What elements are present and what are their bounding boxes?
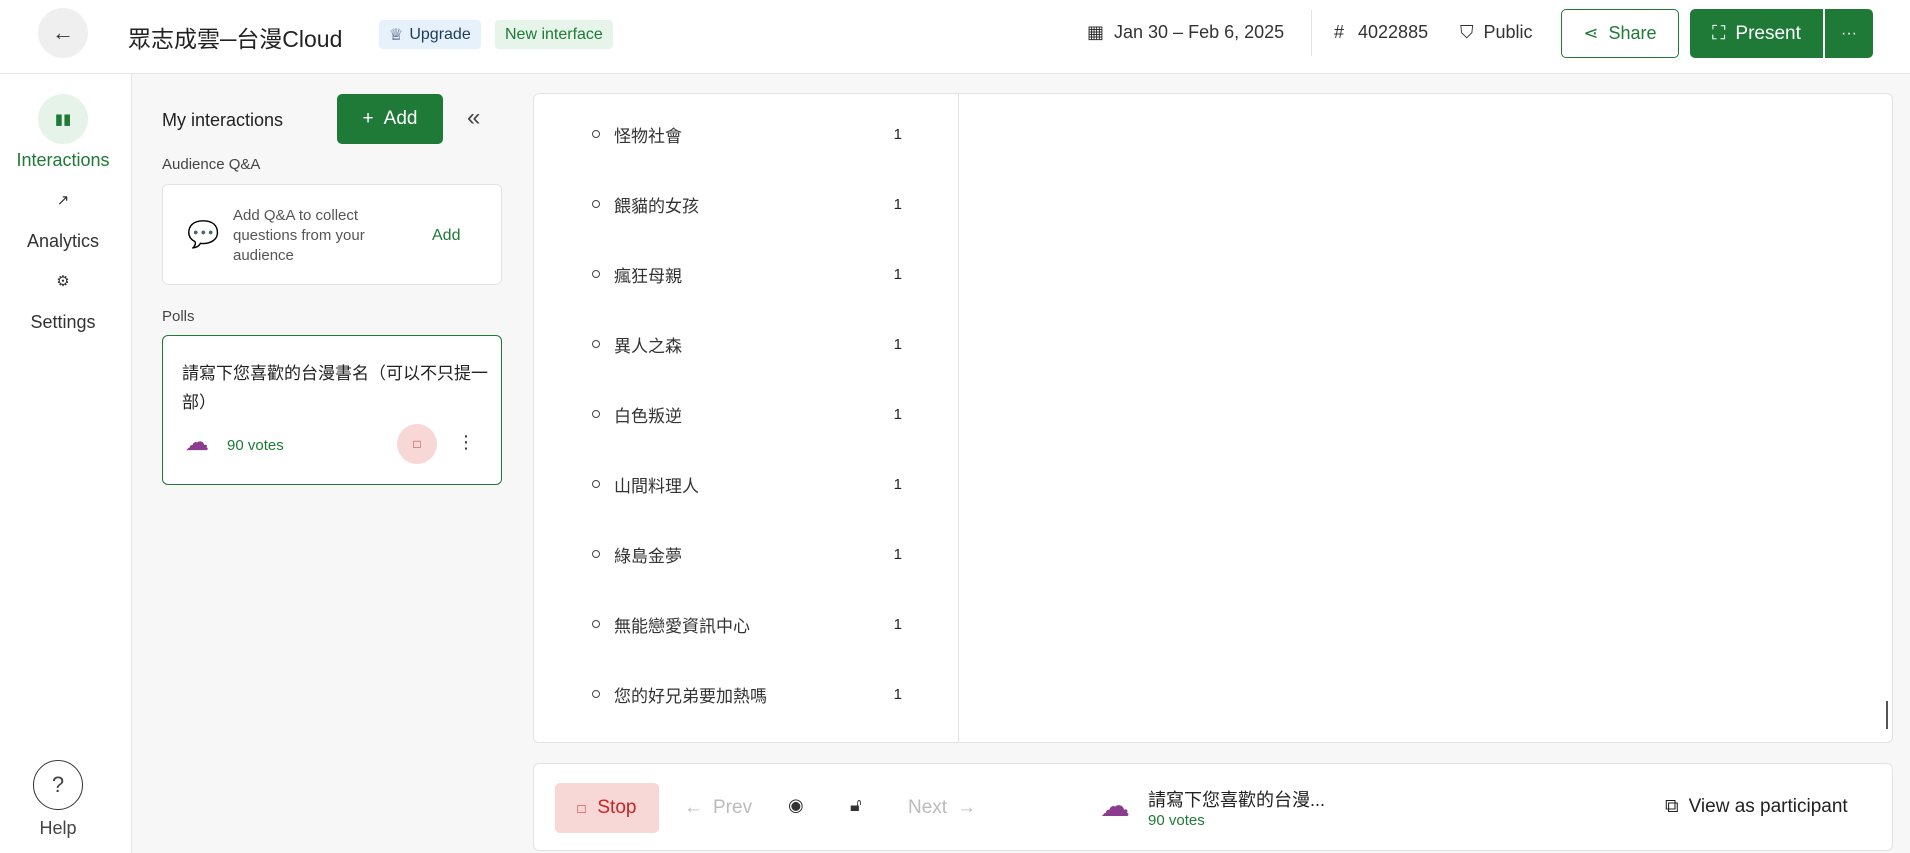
- more-options-button[interactable]: ···: [1825, 9, 1873, 58]
- poll-card[interactable]: 請寫下您喜歡的台漫書名（可以不只提一部） ☁ 90 votes □ ⋮: [162, 335, 502, 485]
- interactions-panel: My interactions + Add « Audience Q&A 💬 A…: [133, 74, 521, 853]
- next-button[interactable]: Next →: [908, 797, 976, 819]
- nav-settings[interactable]: ⚙ Settings: [0, 256, 126, 333]
- collapse-panel-icon[interactable]: «: [467, 104, 480, 132]
- divider: [1311, 10, 1312, 56]
- fullscreen-icon: ⛶: [1712, 22, 1726, 44]
- question-icon: ?: [33, 760, 83, 810]
- list-item: 您的好兄弟要加熱嗎 1: [592, 682, 902, 706]
- bullet-icon: [592, 480, 600, 488]
- polls-section-label: Polls: [162, 308, 195, 325]
- gear-icon: ⚙: [56, 273, 70, 290]
- calendar-icon: ▦: [1087, 22, 1105, 42]
- view-as-participant-button[interactable]: ⧉ View as participant: [1665, 796, 1848, 818]
- current-poll-votes: 90 votes: [1148, 812, 1205, 829]
- plus-icon: +: [362, 108, 374, 129]
- list-item: 山間料理人 1: [592, 472, 902, 496]
- list-item: 瘋狂母親 1: [592, 262, 902, 286]
- trend-up-icon: ↗: [56, 192, 70, 209]
- crown-icon: ♕: [389, 26, 404, 44]
- presentation-title[interactable]: 眾志成雲─台漫Cloud: [128, 20, 342, 54]
- arrow-left-icon: ←: [52, 20, 74, 45]
- nav-interactions[interactable]: ▮▮ Interactions: [0, 94, 126, 171]
- help-button[interactable]: ? Help: [33, 760, 83, 839]
- left-navigation: ▮▮ Interactions ↗ Analytics ⚙ Settings ?…: [0, 74, 132, 853]
- bullet-icon: [592, 200, 600, 208]
- new-interface-badge[interactable]: New interface: [495, 20, 613, 49]
- shield-icon: ⛉: [1460, 22, 1474, 42]
- add-qa-button[interactable]: Add: [432, 227, 460, 245]
- list-item: 怪物社會 1: [592, 122, 902, 146]
- stop-button[interactable]: □ Stop: [555, 783, 659, 833]
- bullet-icon: [592, 130, 600, 138]
- qa-section-label: Audience Q&A: [162, 156, 261, 173]
- list-item: 異人之森 1: [592, 332, 902, 356]
- qa-description: Add Q&A to collect questions from your a…: [233, 207, 365, 264]
- top-bar: ← 眾志成雲─台漫Cloud ♕ Upgrade New interface ▦…: [0, 0, 1910, 74]
- stop-icon: □: [413, 437, 421, 451]
- current-poll-title: 請寫下您喜歡的台漫...: [1148, 790, 1326, 810]
- date-range[interactable]: ▦ Jan 30 – Feb 6, 2025: [1087, 22, 1284, 43]
- bullet-icon: [592, 690, 600, 698]
- chat-bubbles-icon: 💬: [187, 219, 220, 249]
- presentation-controls: □ Stop ← Prev ◉ 🔓︎ Next → ☁ 請寫下您喜歡的台漫...…: [533, 763, 1893, 851]
- share-icon: ⋖: [1583, 23, 1599, 43]
- results-card: 怪物社會 1 餵貓的女孩 1 瘋狂母親 1 異人之森 1 白色叛逆 1 山間料理人 1 綠島…: [533, 93, 1893, 743]
- bullet-icon: [592, 340, 600, 348]
- scrollbar[interactable]: [1886, 701, 1888, 729]
- back-button[interactable]: ←: [38, 8, 88, 58]
- bullet-icon: [592, 270, 600, 278]
- list-item: 無能戀愛資訊中心 1: [592, 612, 902, 636]
- present-button[interactable]: ⛶ Present: [1690, 9, 1823, 58]
- qa-card: 💬 Add Q&A to collect questions from your…: [162, 184, 502, 285]
- panel-title: My interactions: [162, 110, 284, 130]
- list-item: 白色叛逆 1: [592, 402, 902, 426]
- arrow-right-icon: →: [957, 797, 977, 818]
- share-button[interactable]: ⋖ Share: [1561, 9, 1679, 58]
- stop-icon: □: [577, 800, 586, 816]
- results-list: 怪物社會 1 餵貓的女孩 1 瘋狂母親 1 異人之森 1 白色叛逆 1 山間料理人 1 綠島…: [534, 94, 959, 742]
- event-code[interactable]: # 4022885: [1334, 22, 1428, 43]
- poll-title: 請寫下您喜歡的台漫書名（可以不只提一部）: [182, 364, 488, 412]
- nav-analytics[interactable]: ↗ Analytics: [0, 175, 126, 252]
- bullet-icon: [592, 620, 600, 628]
- arrow-left-icon: ←: [684, 797, 703, 818]
- lock-icon[interactable]: 🔓︎: [850, 795, 862, 816]
- upgrade-badge[interactable]: ♕ Upgrade: [379, 20, 481, 49]
- word-cloud-icon: ☁: [1100, 790, 1130, 823]
- visibility-status[interactable]: ⛉ Public: [1460, 22, 1533, 43]
- add-interaction-button[interactable]: + Add: [337, 94, 443, 144]
- list-item: 綠島金夢 1: [592, 542, 902, 566]
- participant-icon: ⧉: [1665, 796, 1679, 817]
- hash-icon: #: [1334, 22, 1345, 42]
- kebab-menu-icon[interactable]: ⋮: [457, 432, 475, 453]
- list-item: 餵貓的女孩 1: [592, 192, 902, 216]
- bullet-icon: [592, 550, 600, 558]
- eye-icon[interactable]: ◉: [788, 795, 804, 816]
- prev-button[interactable]: ← Prev: [684, 797, 752, 819]
- word-cloud-icon: ☁: [185, 429, 209, 456]
- bar-chart-icon: ▮▮: [38, 94, 88, 144]
- poll-votes: 90 votes: [227, 437, 284, 454]
- bullet-icon: [592, 410, 600, 418]
- stop-poll-button[interactable]: □: [397, 424, 437, 464]
